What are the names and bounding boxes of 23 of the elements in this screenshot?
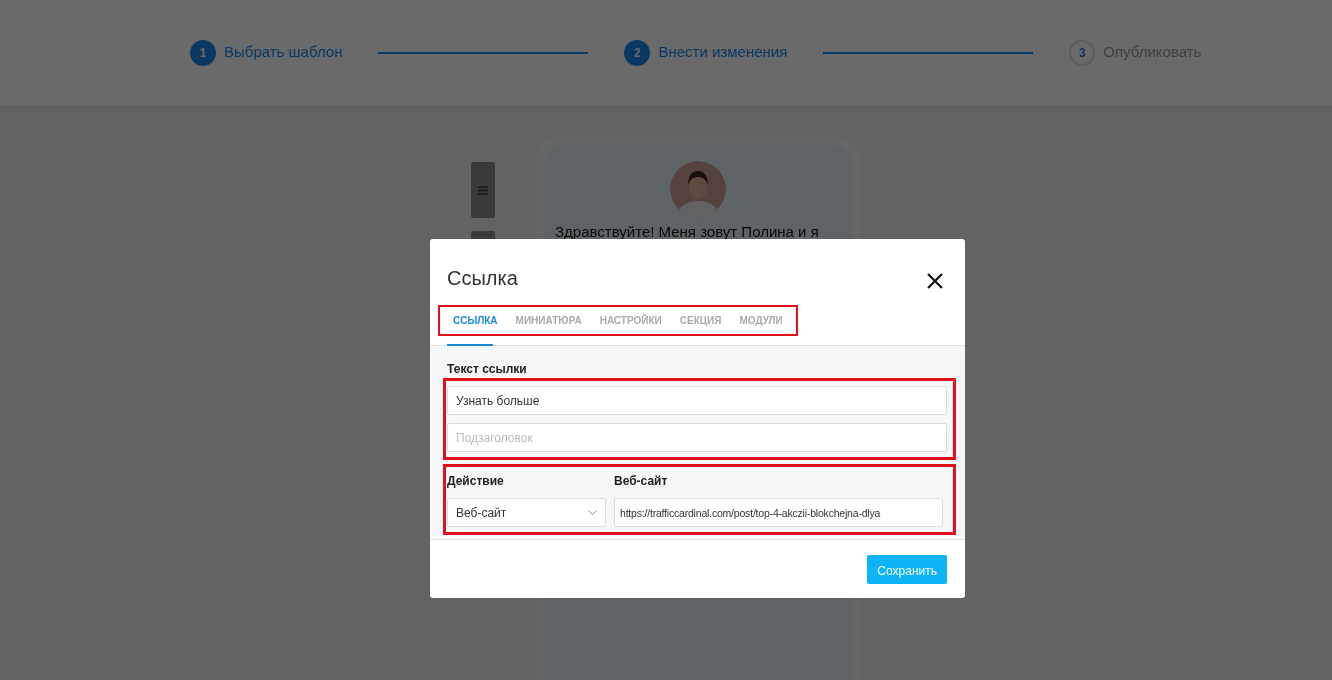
menu-icon [478,185,488,195]
tab[interactable]: МОДУЛИ [730,309,792,332]
step-number: 3 [1069,39,1096,66]
url-field[interactable]: https://trafficcardinal.com/post/top-4-akczii-blokchejna-dlya [614,498,943,527]
field-label: Веб-сайт [614,473,669,490]
greeting-text: Здравствуйте! Меня зовут Полина и я [555,222,820,242]
chevron-down-icon [588,509,597,516]
step-label[interactable]: Выбрать шаблон [224,41,343,64]
save-button[interactable]: Сохранить [867,555,947,584]
tab[interactable]: ССЫЛКА [444,309,507,332]
tab[interactable]: СЕКЦИЯ [670,309,731,332]
avatar-icon [670,161,726,217]
dialog-title: Ссылка [447,266,518,291]
action-select[interactable]: Веб-сайт [447,498,606,527]
step-label[interactable]: Внести изменения [658,41,788,64]
tab[interactable]: НАСТРОЙКИ [590,309,671,332]
field-label: Действие [447,473,505,490]
subtitle-field[interactable]: Подзаголовок [447,423,947,452]
step-number: 2 [624,39,651,66]
step-number: 1 [190,39,216,66]
field-label: Текст ссылки [447,361,528,378]
tab[interactable]: МИНИАТЮРА [506,309,591,332]
text-field[interactable]: Узнать больше [447,386,947,415]
